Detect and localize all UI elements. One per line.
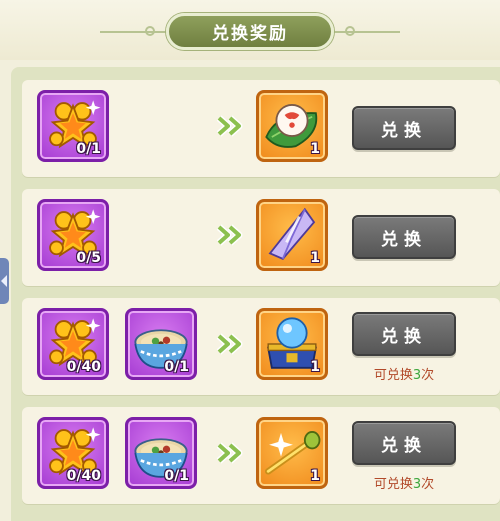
cost-item-count: 0/1 [164, 468, 189, 484]
exchange-button[interactable]: 兑换 [352, 106, 456, 150]
exchange-limit-text: 可兑换3次 [352, 473, 456, 492]
exchange-arrow-icon [217, 224, 243, 246]
exchange-limit-suffix: 次 [421, 368, 435, 383]
title-ornament-dot-right [345, 26, 355, 36]
reward-item-count: 1 [310, 359, 320, 375]
exchange-arrow-icon [217, 333, 243, 355]
exchange-button[interactable]: 兑换 [352, 421, 456, 465]
exchange-limit-prefix: 可兑换 [373, 477, 413, 492]
cost-item-count: 0/5 [76, 250, 101, 266]
exchange-row: 0/1 1 兑换 [22, 80, 500, 177]
cost-item-slot[interactable]: 0/40 [37, 308, 109, 380]
cost-item-count: 0/1 [76, 141, 101, 157]
exchange-row: 0/40 0/1 1 兑换 可兑换3次 [22, 407, 500, 504]
reward-item-slot[interactable]: 1 [256, 90, 328, 162]
title-ornament-left [100, 31, 170, 33]
exchange-limit-count: 3 [412, 368, 422, 383]
page-title: 兑换奖励 [166, 13, 334, 50]
reward-item-count: 1 [310, 250, 320, 266]
exchange-button[interactable]: 兑换 [352, 312, 456, 356]
cost-item-slot[interactable]: 0/1 [125, 308, 197, 380]
exchange-limit-suffix: 次 [421, 477, 435, 492]
cost-item-slot[interactable]: 0/5 [37, 199, 109, 271]
reward-item-slot[interactable]: 1 [256, 417, 328, 489]
exchange-button[interactable]: 兑换 [352, 215, 456, 259]
exchange-arrow-icon [217, 115, 243, 137]
cost-item-slot[interactable]: 0/40 [37, 417, 109, 489]
cost-item-slot[interactable]: 0/1 [37, 90, 109, 162]
exchange-row: 0/5 1 兑换 [22, 189, 500, 286]
reward-item-count: 1 [310, 468, 320, 484]
cost-item-count: 0/1 [164, 359, 189, 375]
cost-item-slot[interactable]: 0/1 [125, 417, 197, 489]
exchange-row: 0/40 0/1 1 兑换 可兑换3次 [22, 298, 500, 395]
cost-item-count: 0/40 [66, 359, 101, 375]
exchange-arrow-icon [217, 442, 243, 464]
title-ornament-dot-left [145, 26, 155, 36]
title-ornament-right [330, 31, 400, 33]
exchange-limit-prefix: 可兑换 [373, 368, 413, 383]
exchange-limit-text: 可兑换3次 [352, 364, 456, 383]
reward-item-slot[interactable]: 1 [256, 199, 328, 271]
exchange-limit-count: 3 [412, 477, 422, 492]
reward-item-slot[interactable]: 1 [256, 308, 328, 380]
side-collapse-tab[interactable] [0, 258, 9, 304]
cost-item-count: 0/40 [66, 468, 101, 484]
reward-item-count: 1 [310, 141, 320, 157]
